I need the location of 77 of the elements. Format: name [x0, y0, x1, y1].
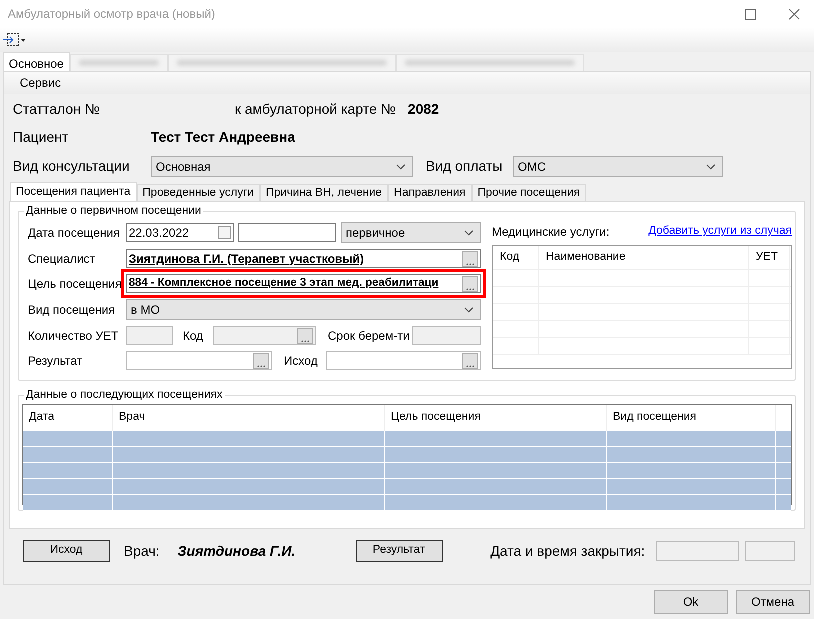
field-label: Вид посещения [28, 302, 116, 318]
visit-kind-dropdown[interactable]: в МО [126, 299, 481, 320]
table-row[interactable] [23, 447, 791, 463]
outcome-button[interactable]: Исход [23, 540, 110, 562]
patient-name: Тест Тест Андреевна [151, 128, 296, 147]
tab[interactable]: Основное [3, 52, 70, 71]
blurred-tab[interactable] [168, 54, 396, 71]
date-field[interactable]: 22.03.2022 [126, 223, 234, 242]
ellipsis-icon [300, 340, 310, 342]
field-label: Результат [28, 352, 84, 370]
field-label: Цель посещения [28, 276, 123, 292]
tab[interactable]: Направления [388, 184, 472, 201]
ellipsis-icon [466, 262, 474, 266]
tab[interactable]: Прочие посещения [472, 184, 586, 201]
browse-button[interactable] [462, 352, 478, 368]
close-date-field[interactable] [656, 541, 740, 561]
code-field[interactable] [213, 326, 316, 345]
outcome-field[interactable] [326, 351, 481, 370]
field-label: Срок берем-ти [328, 328, 411, 344]
chevron-down-icon [706, 164, 716, 170]
consultation-dropdown[interactable]: Основная [151, 156, 413, 177]
column-header: Код [493, 246, 539, 269]
field-label: Код [183, 328, 204, 344]
ellipsis-icon [256, 364, 266, 368]
close-time-field[interactable] [745, 541, 796, 561]
field-label: Исход [284, 352, 319, 370]
column-header: УЕТ [749, 246, 790, 269]
result-field[interactable] [126, 351, 272, 370]
field-label: Дата посещения [28, 224, 121, 242]
specialist-field[interactable]: Зиятдинова Г.И. (Терапевт участковый) [126, 249, 481, 268]
table-row[interactable] [23, 431, 791, 447]
browse-button[interactable] [297, 328, 313, 344]
close-icon[interactable] [789, 8, 800, 20]
window-title: Амбулаторный осмотр врача (новый) [7, 6, 216, 23]
pregnancy-term-field[interactable] [412, 326, 481, 345]
browse-button[interactable] [462, 250, 478, 266]
result-button[interactable]: Результат [356, 540, 443, 562]
field-label: Пациент [13, 128, 70, 147]
payment-dropdown[interactable]: ОМС [513, 156, 723, 177]
browse-button[interactable] [462, 276, 478, 292]
ellipsis-icon [466, 288, 474, 290]
column-header: Наименование [539, 246, 749, 269]
menu-item[interactable]: Сервис [20, 74, 62, 92]
uet-field[interactable] [126, 326, 173, 345]
doctor-name: Зиятдинова Г.И. [178, 542, 296, 560]
purpose-field[interactable]: 884 - Комплексное посещение 3 этап мед. реабилитаци [126, 274, 481, 293]
field-label: Медицинские услуги: [492, 224, 610, 241]
browse-button[interactable] [253, 352, 269, 368]
checkbox[interactable] [218, 226, 231, 239]
visit-type-dropdown[interactable]: первичное [341, 222, 481, 243]
card-number: 2082 [408, 100, 440, 118]
field-label: Дата и время закрытия: [490, 542, 646, 561]
enter-dropdown-icon[interactable] [3, 33, 27, 47]
field-label: Специалист [28, 250, 96, 268]
add-services-link[interactable]: Добавить услуги из случая [648, 223, 792, 241]
maximize-icon[interactable] [745, 8, 756, 20]
field-label: Статталон № [13, 100, 102, 118]
table-row[interactable] [23, 463, 791, 479]
field-label: к амбулаторной карте № [235, 100, 396, 119]
table-row[interactable] [23, 479, 791, 495]
blurred-tab[interactable] [396, 54, 584, 71]
field-label: Вид оплаты [426, 157, 504, 176]
dialog-button[interactable]: Ok [654, 590, 728, 614]
field-label: Вид консультации [13, 157, 131, 176]
blurred-tab[interactable] [70, 54, 168, 71]
chevron-down-icon [464, 306, 474, 312]
tab[interactable]: Посещения пациента [10, 182, 137, 201]
field-label: Врач: [124, 542, 160, 561]
tab[interactable]: Проведенные услуги [136, 184, 260, 201]
time-field[interactable] [238, 223, 336, 242]
chevron-down-icon [464, 230, 474, 236]
chevron-down-icon [396, 164, 406, 170]
tab[interactable]: Причина ВН, лечение [260, 184, 388, 201]
ellipsis-icon [466, 364, 474, 368]
table-row[interactable] [23, 495, 791, 511]
dialog-button[interactable]: Отмена [736, 590, 810, 614]
field-label: Количество УЕТ [28, 328, 120, 344]
